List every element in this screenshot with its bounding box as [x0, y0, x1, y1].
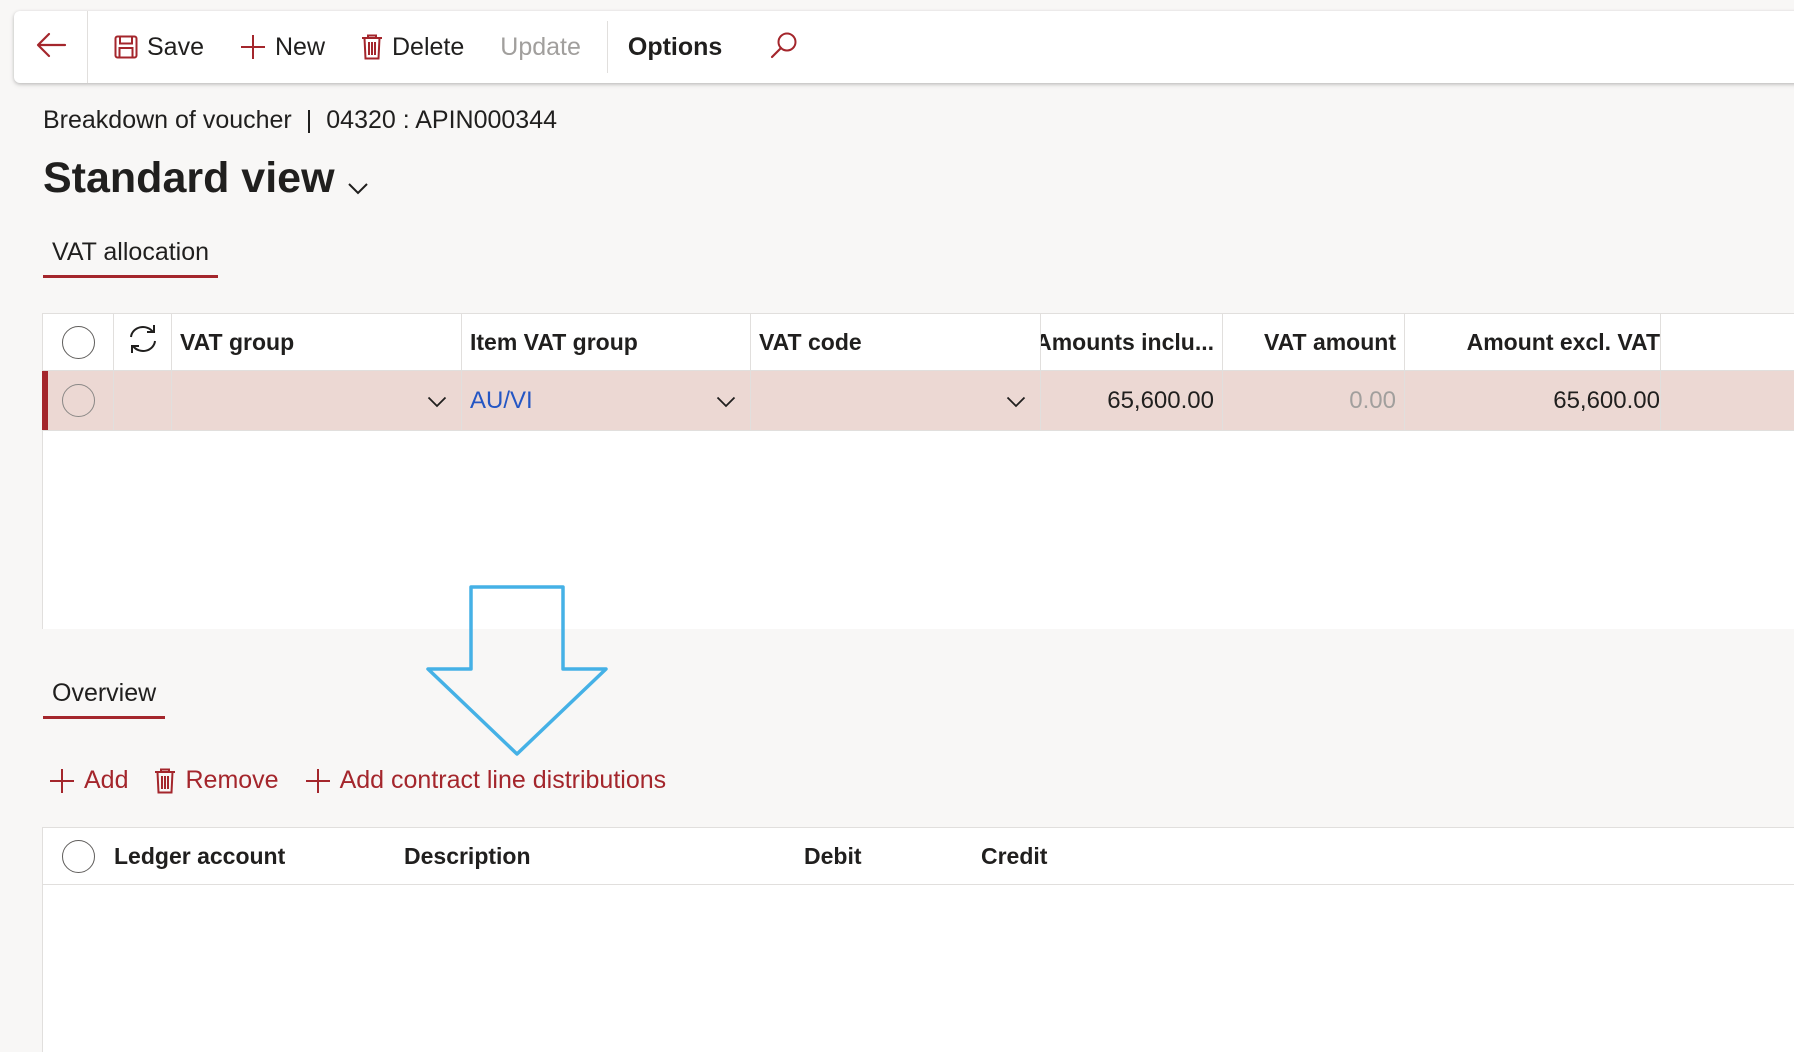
add-contract-line-distributions-button[interactable]: Add contract line distributions [305, 766, 667, 795]
action-pane: Save New Delete Update Options [14, 11, 1794, 83]
column-header-description[interactable]: Description [404, 843, 804, 870]
column-header-vat-amount[interactable]: VAT amount [1223, 314, 1405, 370]
amounts-incl-value: 65,600.00 [1107, 386, 1214, 414]
select-all-cell [43, 314, 114, 370]
tab-vat-allocation[interactable]: VAT allocation [43, 238, 219, 278]
remove-button[interactable]: Remove [154, 766, 279, 795]
item-vat-group-combobox[interactable]: AU/VI [462, 371, 751, 430]
update-label: Update [500, 32, 581, 61]
column-header-amounts-incl[interactable]: Amounts inclu... [1041, 314, 1223, 370]
chevron-down-icon[interactable] [1006, 387, 1026, 414]
plus-icon [240, 34, 266, 60]
breadcrumb-separator: | [305, 106, 313, 134]
delete-label: Delete [392, 32, 465, 61]
chevron-down-icon[interactable] [716, 387, 736, 414]
save-label: Save [147, 32, 204, 61]
save-button[interactable]: Save [96, 11, 222, 83]
column-header-amount-excl[interactable]: Amount excl. VAT [1405, 314, 1661, 370]
plus-icon [305, 768, 331, 794]
back-button[interactable] [14, 11, 88, 83]
add-contract-label: Add contract line distributions [339, 766, 667, 794]
new-button[interactable]: New [222, 11, 343, 83]
column-header-debit[interactable]: Debit [804, 843, 981, 870]
refresh-cell [114, 314, 172, 370]
vat-amount-cell: 0.00 [1223, 371, 1405, 430]
remove-label: Remove [185, 766, 279, 794]
update-button[interactable]: Update [482, 11, 599, 83]
tab-overview[interactable]: Overview [43, 679, 166, 719]
options-label: Options [627, 32, 723, 61]
new-label: New [274, 32, 325, 61]
amount-excl-cell[interactable]: 65,600.00 [1405, 371, 1661, 430]
vat-group-combobox[interactable] [172, 371, 462, 430]
amount-excl-value: 65,600.00 [1553, 386, 1660, 414]
view-selector[interactable]: Standard view [43, 150, 369, 207]
page-title: Standard view [43, 154, 335, 202]
add-label: Add [84, 766, 129, 794]
arrow-left-icon [35, 31, 67, 64]
select-all-cell [43, 839, 114, 873]
item-vat-group-value[interactable]: AU/VI [470, 387, 533, 415]
vat-amount-value: 0.00 [1349, 386, 1396, 414]
row-empty-cell [114, 371, 172, 430]
delete-button[interactable]: Delete [343, 11, 482, 83]
column-header-vat-group[interactable]: VAT group [172, 314, 462, 370]
trash-icon [361, 34, 383, 60]
grid-header-row: Ledger account Description Debit Credit [43, 828, 1794, 885]
chevron-down-icon[interactable] [427, 387, 447, 414]
select-all-radio[interactable] [62, 839, 95, 873]
column-header-item-vat-group[interactable]: Item VAT group [462, 314, 751, 370]
column-header-credit[interactable]: Credit [981, 843, 1181, 870]
grid-header-row: VAT group Item VAT group VAT code Amount… [43, 314, 1794, 371]
overview-grid: Ledger account Description Debit Credit [42, 827, 1794, 1052]
trash-icon [154, 768, 176, 794]
annotation-arrow-down-icon [420, 582, 610, 767]
table-row[interactable]: AU/VI 65,600.00 0.00 65,600.00 [42, 371, 1794, 431]
breadcrumb-record: 04320 : APIN000344 [326, 106, 558, 134]
breadcrumb-title: Breakdown of voucher [43, 106, 292, 134]
tab-overview-label: Overview [52, 679, 157, 707]
breadcrumb: Breakdown of voucher | 04320 : APIN000344 [43, 106, 557, 135]
plus-icon [49, 768, 75, 794]
add-button[interactable]: Add [49, 766, 128, 795]
row-select-radio[interactable] [61, 384, 95, 417]
save-icon [114, 35, 138, 59]
vat-code-combobox[interactable] [751, 371, 1041, 430]
overview-action-bar: Add Remove Add contract line distributio… [49, 766, 666, 795]
search-icon [770, 31, 798, 64]
tab-vat-allocation-label: VAT allocation [52, 238, 210, 266]
column-header-ledger-account[interactable]: Ledger account [114, 843, 404, 870]
search-button[interactable] [744, 11, 816, 83]
vat-allocation-grid: VAT group Item VAT group VAT code Amount… [42, 313, 1794, 629]
select-all-radio[interactable] [61, 325, 95, 359]
row-select-cell [43, 371, 114, 430]
chevron-down-icon [347, 158, 369, 207]
amounts-incl-cell[interactable]: 65,600.00 [1041, 371, 1223, 430]
refresh-icon[interactable] [127, 324, 159, 360]
options-tab[interactable]: Options [608, 11, 744, 83]
column-header-vat-code[interactable]: VAT code [751, 314, 1041, 370]
